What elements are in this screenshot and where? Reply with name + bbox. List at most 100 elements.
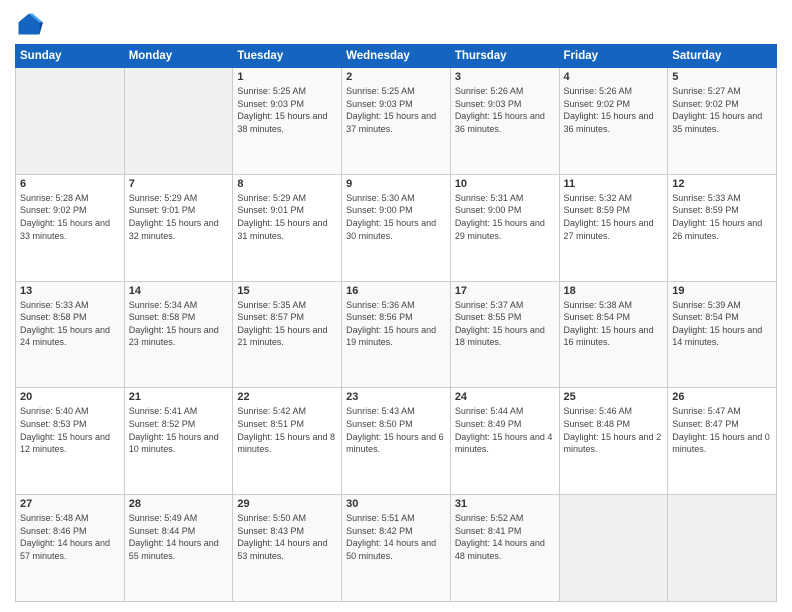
calendar-cell: 10 Sunrise: 5:31 AMSunset: 9:00 PMDayligh… bbox=[450, 174, 559, 281]
day-number: 2 bbox=[346, 71, 446, 83]
day-number: 24 bbox=[455, 391, 555, 403]
calendar-cell: 27Sunrise: 5:48 AMSunset: 8:46 PMDayligh… bbox=[16, 495, 125, 602]
weekday-tuesday: Tuesday bbox=[233, 45, 342, 68]
day-number: 11 bbox=[564, 178, 664, 190]
calendar-cell bbox=[124, 68, 233, 175]
day-number: 3 bbox=[455, 71, 555, 83]
cell-info: Sunrise: 5:30 AMSunset: 9:00 PMDaylight:… bbox=[346, 192, 446, 242]
cell-info: Sunrise: 5:26 AMSunset: 9:02 PMDaylight:… bbox=[564, 85, 664, 135]
week-row-2: 6 Sunrise: 5:28 AMSunset: 9:02 PMDaylight… bbox=[16, 174, 777, 281]
calendar-cell bbox=[668, 495, 777, 602]
calendar-cell: 28 Sunrise: 5:49 AMSunset: 8:44 PMDayligh… bbox=[124, 495, 233, 602]
cell-info: Sunrise: 5:33 AMSunset: 8:58 PMDaylight:… bbox=[20, 299, 120, 349]
calendar-cell: 25Sunrise: 5:46 AMSunset: 8:48 PMDayligh… bbox=[559, 388, 668, 495]
calendar-cell: 18Sunrise: 5:38 AMSunset: 8:54 PMDayligh… bbox=[559, 281, 668, 388]
calendar-cell: 2 Sunrise: 5:25 AMSunset: 9:03 PMDaylight… bbox=[342, 68, 451, 175]
cell-info: Sunrise: 5:25 AMSunset: 9:03 PMDaylight:… bbox=[237, 85, 337, 135]
cell-info: Sunrise: 5:38 AMSunset: 8:54 PMDaylight:… bbox=[564, 299, 664, 349]
day-number: 9 bbox=[346, 178, 446, 190]
cell-info: Sunrise: 5:26 AMSunset: 9:03 PMDaylight:… bbox=[455, 85, 555, 135]
calendar-cell bbox=[16, 68, 125, 175]
calendar-cell: 14 Sunrise: 5:34 AMSunset: 8:58 PMDayligh… bbox=[124, 281, 233, 388]
day-number: 29 bbox=[237, 498, 337, 510]
day-number: 21 bbox=[129, 391, 229, 403]
calendar-cell: 23 Sunrise: 5:43 AMSunset: 8:50 PMDayligh… bbox=[342, 388, 451, 495]
cell-info: Sunrise: 5:34 AMSunset: 8:58 PMDaylight:… bbox=[129, 299, 229, 349]
cell-info: Sunrise: 5:36 AMSunset: 8:56 PMDaylight:… bbox=[346, 299, 446, 349]
cell-info: Sunrise: 5:39 AMSunset: 8:54 PMDaylight:… bbox=[672, 299, 772, 349]
cell-info: Sunrise: 5:28 AMSunset: 9:02 PMDaylight:… bbox=[20, 192, 120, 242]
calendar-cell: 22 Sunrise: 5:42 AMSunset: 8:51 PMDayligh… bbox=[233, 388, 342, 495]
cell-info: Sunrise: 5:42 AMSunset: 8:51 PMDaylight:… bbox=[237, 405, 337, 455]
logo bbox=[15, 10, 47, 38]
cell-info: Sunrise: 5:33 AMSunset: 8:59 PMDaylight:… bbox=[672, 192, 772, 242]
calendar-cell: 19 Sunrise: 5:39 AMSunset: 8:54 PMDayligh… bbox=[668, 281, 777, 388]
cell-info: Sunrise: 5:50 AMSunset: 8:43 PMDaylight:… bbox=[237, 512, 337, 562]
weekday-monday: Monday bbox=[124, 45, 233, 68]
day-number: 15 bbox=[237, 285, 337, 297]
logo-icon bbox=[15, 10, 43, 38]
header bbox=[15, 10, 777, 38]
cell-info: Sunrise: 5:29 AMSunset: 9:01 PMDaylight:… bbox=[237, 192, 337, 242]
calendar-table: SundayMondayTuesdayWednesdayThursdayFrid… bbox=[15, 44, 777, 602]
day-number: 28 bbox=[129, 498, 229, 510]
cell-info: Sunrise: 5:41 AMSunset: 8:52 PMDaylight:… bbox=[129, 405, 229, 455]
cell-info: Sunrise: 5:25 AMSunset: 9:03 PMDaylight:… bbox=[346, 85, 446, 135]
day-number: 30 bbox=[346, 498, 446, 510]
day-number: 20 bbox=[20, 391, 120, 403]
calendar-cell bbox=[559, 495, 668, 602]
week-row-5: 27Sunrise: 5:48 AMSunset: 8:46 PMDayligh… bbox=[16, 495, 777, 602]
cell-info: Sunrise: 5:51 AMSunset: 8:42 PMDaylight:… bbox=[346, 512, 446, 562]
weekday-thursday: Thursday bbox=[450, 45, 559, 68]
calendar-cell: 20 Sunrise: 5:40 AMSunset: 8:53 PMDayligh… bbox=[16, 388, 125, 495]
weekday-header-row: SundayMondayTuesdayWednesdayThursdayFrid… bbox=[16, 45, 777, 68]
cell-info: Sunrise: 5:44 AMSunset: 8:49 PMDaylight:… bbox=[455, 405, 555, 455]
calendar-cell: 26 Sunrise: 5:47 AMSunset: 8:47 PMDayligh… bbox=[668, 388, 777, 495]
weekday-sunday: Sunday bbox=[16, 45, 125, 68]
day-number: 17 bbox=[455, 285, 555, 297]
day-number: 5 bbox=[672, 71, 772, 83]
calendar-cell: 24 Sunrise: 5:44 AMSunset: 8:49 PMDayligh… bbox=[450, 388, 559, 495]
calendar-cell: 30 Sunrise: 5:51 AMSunset: 8:42 PMDayligh… bbox=[342, 495, 451, 602]
page: SundayMondayTuesdayWednesdayThursdayFrid… bbox=[0, 0, 792, 612]
day-number: 23 bbox=[346, 391, 446, 403]
cell-info: Sunrise: 5:31 AMSunset: 9:00 PMDaylight:… bbox=[455, 192, 555, 242]
day-number: 7 bbox=[129, 178, 229, 190]
calendar-cell: 6 Sunrise: 5:28 AMSunset: 9:02 PMDaylight… bbox=[16, 174, 125, 281]
week-row-3: 13Sunrise: 5:33 AMSunset: 8:58 PMDayligh… bbox=[16, 281, 777, 388]
day-number: 12 bbox=[672, 178, 772, 190]
calendar-cell: 15 Sunrise: 5:35 AMSunset: 8:57 PMDayligh… bbox=[233, 281, 342, 388]
day-number: 1 bbox=[237, 71, 337, 83]
cell-info: Sunrise: 5:40 AMSunset: 8:53 PMDaylight:… bbox=[20, 405, 120, 455]
cell-info: Sunrise: 5:32 AMSunset: 8:59 PMDaylight:… bbox=[564, 192, 664, 242]
day-number: 6 bbox=[20, 178, 120, 190]
weekday-wednesday: Wednesday bbox=[342, 45, 451, 68]
calendar-cell: 3 Sunrise: 5:26 AMSunset: 9:03 PMDaylight… bbox=[450, 68, 559, 175]
day-number: 4 bbox=[564, 71, 664, 83]
cell-info: Sunrise: 5:35 AMSunset: 8:57 PMDaylight:… bbox=[237, 299, 337, 349]
calendar-body: 1 Sunrise: 5:25 AMSunset: 9:03 PMDaylight… bbox=[16, 68, 777, 602]
calendar-cell: 29 Sunrise: 5:50 AMSunset: 8:43 PMDayligh… bbox=[233, 495, 342, 602]
calendar-cell: 9 Sunrise: 5:30 AMSunset: 9:00 PMDaylight… bbox=[342, 174, 451, 281]
day-number: 8 bbox=[237, 178, 337, 190]
day-number: 22 bbox=[237, 391, 337, 403]
calendar-cell: 13Sunrise: 5:33 AMSunset: 8:58 PMDayligh… bbox=[16, 281, 125, 388]
week-row-1: 1 Sunrise: 5:25 AMSunset: 9:03 PMDaylight… bbox=[16, 68, 777, 175]
calendar-cell: 17 Sunrise: 5:37 AMSunset: 8:55 PMDayligh… bbox=[450, 281, 559, 388]
calendar-cell: 11 Sunrise: 5:32 AMSunset: 8:59 PMDayligh… bbox=[559, 174, 668, 281]
day-number: 19 bbox=[672, 285, 772, 297]
weekday-friday: Friday bbox=[559, 45, 668, 68]
day-number: 14 bbox=[129, 285, 229, 297]
cell-info: Sunrise: 5:37 AMSunset: 8:55 PMDaylight:… bbox=[455, 299, 555, 349]
cell-info: Sunrise: 5:49 AMSunset: 8:44 PMDaylight:… bbox=[129, 512, 229, 562]
calendar-cell: 1 Sunrise: 5:25 AMSunset: 9:03 PMDaylight… bbox=[233, 68, 342, 175]
calendar-cell: 16Sunrise: 5:36 AMSunset: 8:56 PMDayligh… bbox=[342, 281, 451, 388]
cell-info: Sunrise: 5:27 AMSunset: 9:02 PMDaylight:… bbox=[672, 85, 772, 135]
day-number: 10 bbox=[455, 178, 555, 190]
calendar-cell: 4 Sunrise: 5:26 AMSunset: 9:02 PMDaylight… bbox=[559, 68, 668, 175]
calendar-cell: 8 Sunrise: 5:29 AMSunset: 9:01 PMDaylight… bbox=[233, 174, 342, 281]
cell-info: Sunrise: 5:47 AMSunset: 8:47 PMDaylight:… bbox=[672, 405, 772, 455]
cell-info: Sunrise: 5:43 AMSunset: 8:50 PMDaylight:… bbox=[346, 405, 446, 455]
weekday-saturday: Saturday bbox=[668, 45, 777, 68]
day-number: 26 bbox=[672, 391, 772, 403]
